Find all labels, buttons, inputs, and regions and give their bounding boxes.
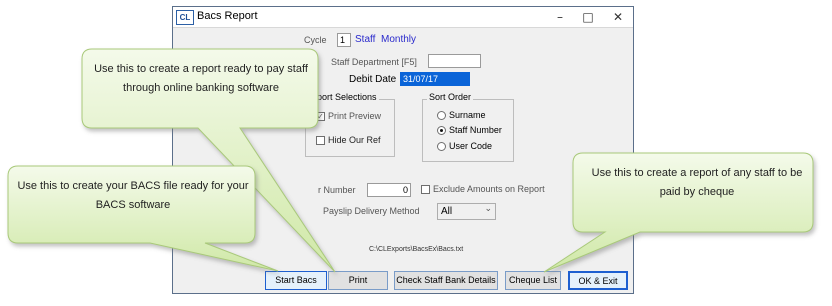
bacs-callout-text: Use this to create your BACS file ready … <box>17 180 249 211</box>
print-callout-text: Use this to create a report ready to pay… <box>94 63 308 94</box>
callout-layer <box>7 48 814 273</box>
cheque-callout-text: Use this to create a report of any staff… <box>591 167 803 198</box>
